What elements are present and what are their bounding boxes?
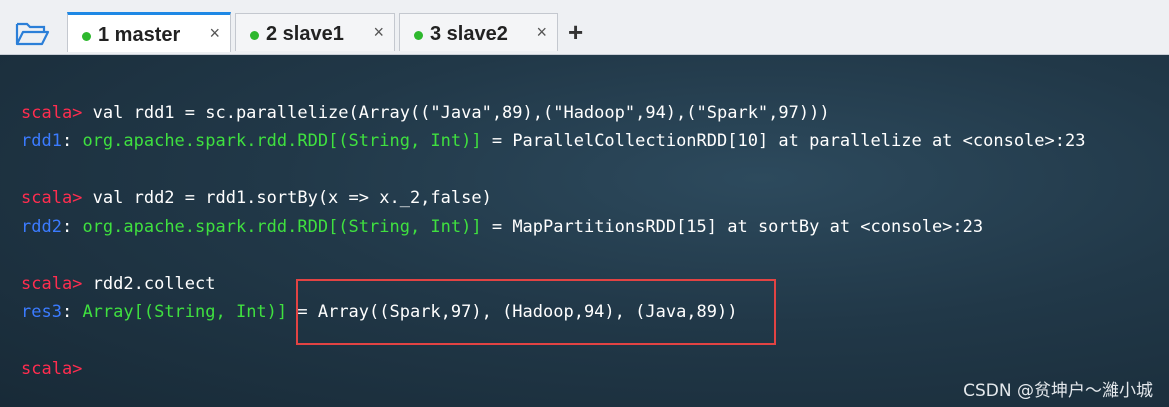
terminal-line: scala> rdd2.collect [21,273,215,295]
result-type: org.apache.spark.rdd.RDD[(String, Int)] [82,217,482,237]
terminal-line: scala> val rdd2 = rdd1.sortBy(x => x._2,… [21,187,492,209]
tab-bar: 1 master × 2 slave1 × 3 slave2 × + [0,0,1169,55]
terminal-line: rdd2: org.apache.spark.rdd.RDD[(String, … [21,216,983,238]
close-tab-icon[interactable]: × [373,22,384,43]
result-value: = MapPartitionsRDD[15] at sortBy at <con… [481,217,984,237]
command-text: rdd2.collect [82,274,216,294]
command-text: val rdd1 = sc.parallelize(Array(("Java",… [82,103,830,123]
close-tab-icon[interactable]: × [209,23,220,44]
connected-status-icon [250,31,259,40]
watermark: CSDN @贫坤户～濰小城 [963,381,1153,401]
tab-label: 2 slave1 [266,23,344,45]
separator: : [61,217,83,237]
close-tab-icon[interactable]: × [536,22,547,43]
result-type: org.apache.spark.rdd.RDD[(String, Int)] [82,131,482,151]
result-name: res3 [21,302,62,322]
folder-open-icon[interactable] [14,18,50,48]
separator: : [61,131,83,151]
connected-status-icon [82,32,91,41]
result-name: rdd2 [21,217,62,237]
highlight-box [296,279,776,345]
terminal-line: rdd1: org.apache.spark.rdd.RDD[(String, … [21,130,1085,152]
connected-status-icon [414,31,423,40]
tab-label: 1 master [98,24,181,46]
prompt: scala> [21,359,83,379]
result-value: = ParallelCollectionRDD[10] at paralleli… [481,131,1086,151]
tab-label: 3 slave2 [430,23,508,45]
prompt: scala> [21,274,83,294]
new-tab-button[interactable]: + [568,17,583,48]
prompt: scala> [21,103,83,123]
result-type: Array[(String, Int)] [82,302,288,322]
terminal-line: scala> [21,358,82,380]
separator: : [61,302,83,322]
tab-master[interactable]: 1 master × [67,12,231,52]
tab-slave1[interactable]: 2 slave1 × [235,13,395,51]
result-name: rdd1 [21,131,62,151]
prompt: scala> [21,188,83,208]
tab-slave2[interactable]: 3 slave2 × [399,13,558,51]
command-text: val rdd2 = rdd1.sortBy(x => x._2,false) [82,188,492,208]
terminal-line: scala> val rdd1 = sc.parallelize(Array((… [21,102,830,124]
